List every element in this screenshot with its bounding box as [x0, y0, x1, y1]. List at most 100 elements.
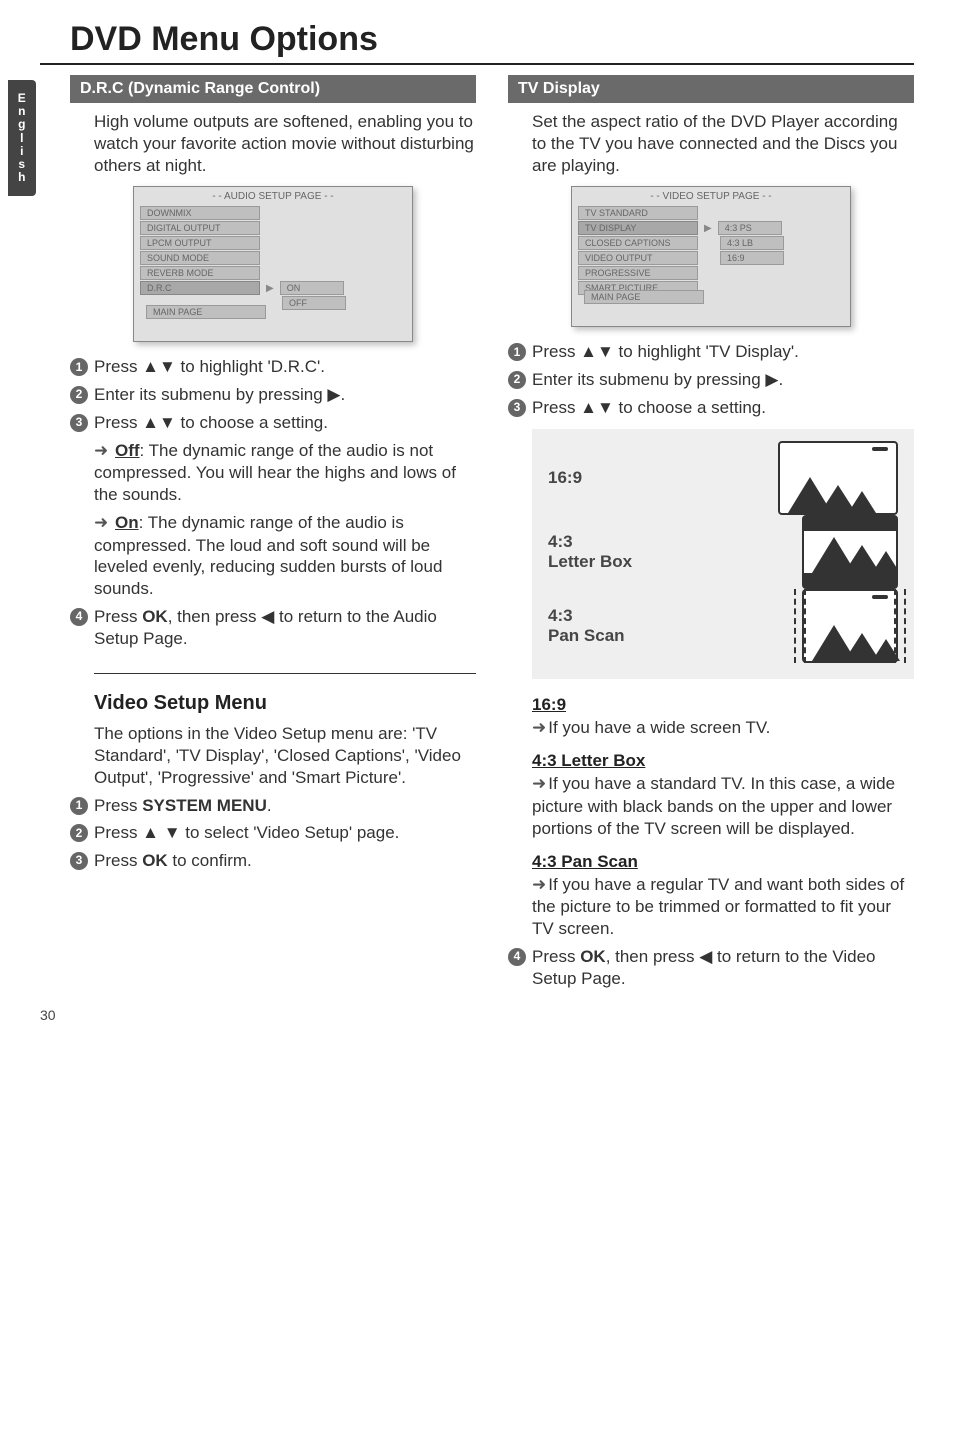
- text-fragment: Press: [94, 851, 142, 870]
- step-number-icon: 4: [508, 948, 526, 966]
- opt-169-body: ➜If you have a wide screen TV.: [532, 717, 914, 740]
- opt-lb-heading: 4:3 Letter Box: [532, 751, 914, 771]
- title-rule: [40, 63, 914, 65]
- video-step-2-text: Press ▲ ▼ to select 'Video Setup' page.: [94, 822, 476, 844]
- video-setup-heading: Video Setup Menu: [70, 692, 476, 715]
- step-number-icon: 3: [508, 399, 526, 417]
- arrow-icon: ➜: [532, 774, 546, 794]
- aspect-ratio-illustrations: 16:9 4:3 Letter Box: [532, 429, 914, 679]
- video-step-1-text: Press SYSTEM MENU.: [94, 795, 476, 817]
- text-fragment: 4:3: [548, 606, 573, 625]
- video-step-2: 2 Press ▲ ▼ to select 'Video Setup' page…: [70, 822, 476, 844]
- step-number-icon: 3: [70, 852, 88, 870]
- osd-caret-icon: ▶: [266, 283, 274, 294]
- aspect-row-lb: 4:3 Letter Box: [548, 515, 898, 589]
- osd-item-selected: TV DISPLAY: [578, 221, 698, 235]
- drc-step-4-text: Press OK, then press ◀ to return to the …: [94, 606, 476, 650]
- aspect-row-ps: 4:3 Pan Scan: [548, 589, 898, 663]
- system-menu-label: SYSTEM MENU: [142, 796, 267, 815]
- tv-step-2: 2 Enter its submenu by pressing ▶.: [508, 369, 914, 391]
- drc-step-1-text: Press ▲▼ to highlight 'D.R.C'.: [94, 356, 476, 378]
- video-step-3-text: Press OK to confirm.: [94, 850, 476, 872]
- video-osd-title: - - VIDEO SETUP PAGE - -: [578, 191, 844, 202]
- drc-step-2-text: Enter its submenu by pressing ▶.: [94, 384, 476, 406]
- text-fragment: Press: [94, 796, 142, 815]
- osd-item: REVERB MODE: [140, 266, 260, 280]
- opt-ps-heading: 4:3 Pan Scan: [532, 852, 914, 872]
- osd-item-selected: D.R.C: [140, 281, 260, 295]
- osd-option: 16:9: [720, 251, 784, 265]
- drc-off-label: Off: [115, 441, 140, 460]
- osd-item: PROGRESSIVE: [578, 266, 698, 280]
- step-number-icon: 3: [70, 414, 88, 432]
- step-number-icon: 1: [70, 358, 88, 376]
- video-setup-osd: - - VIDEO SETUP PAGE - - TV STANDARD TV …: [571, 186, 851, 327]
- osd-main-page: MAIN PAGE: [584, 290, 704, 304]
- tv-step-3-text: Press ▲▼ to choose a setting.: [532, 397, 914, 419]
- subsection-rule: [94, 673, 476, 674]
- ok-label: OK: [142, 851, 168, 870]
- text-fragment: Pan Scan: [548, 626, 625, 645]
- drc-step-2: 2 Enter its submenu by pressing ▶.: [70, 384, 476, 406]
- drc-step-3: 3 Press ▲▼ to choose a setting.: [70, 412, 476, 434]
- tv-step-1-text: Press ▲▼ to highlight 'TV Display'.: [532, 341, 914, 363]
- tv-display-heading: TV Display: [508, 75, 914, 103]
- video-setup-intro: The options in the Video Setup menu are:…: [70, 723, 476, 788]
- text-fragment: Press: [532, 947, 580, 966]
- tv-icon-panscan: [802, 589, 898, 663]
- text-fragment: Press: [94, 607, 142, 626]
- text-fragment: If you have a regular TV and want both s…: [532, 875, 904, 939]
- page-title: DVD Menu Options: [70, 20, 914, 59]
- ok-label: OK: [142, 607, 168, 626]
- osd-option: 4:3 PS: [718, 221, 782, 235]
- osd-main-page: MAIN PAGE: [146, 305, 266, 319]
- aspect-label-169: 16:9: [548, 468, 582, 488]
- arrow-icon: ➜: [94, 441, 108, 461]
- opt-ps-body: ➜If you have a regular TV and want both …: [532, 874, 914, 940]
- tv-step-4-text: Press OK, then press ◀ to return to the …: [532, 946, 914, 990]
- step-number-icon: 2: [508, 371, 526, 389]
- aspect-label-ps: 4:3 Pan Scan: [548, 606, 625, 645]
- tv-icon-letterbox: [802, 515, 898, 589]
- tv-display-intro: Set the aspect ratio of the DVD Player a…: [508, 111, 914, 176]
- drc-step-1: 1 Press ▲▼ to highlight 'D.R.C'.: [70, 356, 476, 378]
- osd-item: DIGITAL OUTPUT: [140, 221, 260, 235]
- text-fragment: .: [267, 796, 272, 815]
- osd-item: LPCM OUTPUT: [140, 236, 260, 250]
- tv-step-2-text: Enter its submenu by pressing ▶.: [532, 369, 914, 391]
- text-fragment: If you have a standard TV. In this case,…: [532, 774, 895, 838]
- osd-item: TV STANDARD: [578, 206, 698, 220]
- opt-lb-body: ➜If you have a standard TV. In this case…: [532, 773, 914, 839]
- text-fragment: to confirm.: [168, 851, 252, 870]
- step-number-icon: 4: [70, 608, 88, 626]
- left-column: D.R.C (Dynamic Range Control) High volum…: [70, 75, 476, 995]
- right-column: TV Display Set the aspect ratio of the D…: [508, 75, 914, 995]
- drc-step-4: 4 Press OK, then press ◀ to return to th…: [70, 606, 476, 650]
- language-tab: English: [8, 80, 36, 196]
- drc-off-line: ➜ Off: The dynamic range of the audio is…: [70, 440, 476, 506]
- step-number-icon: 2: [70, 824, 88, 842]
- video-step-1: 1 Press SYSTEM MENU.: [70, 795, 476, 817]
- drc-step-3-text: Press ▲▼ to choose a setting.: [94, 412, 476, 434]
- osd-option: 4:3 LB: [720, 236, 784, 250]
- osd-item: DOWNMIX: [140, 206, 260, 220]
- tv-step-4: 4 Press OK, then press ◀ to return to th…: [508, 946, 914, 990]
- opt-169-heading: 16:9: [532, 695, 914, 715]
- osd-option: OFF: [282, 296, 346, 310]
- osd-item: VIDEO OUTPUT: [578, 251, 698, 265]
- step-number-icon: 1: [70, 797, 88, 815]
- drc-heading: D.R.C (Dynamic Range Control): [70, 75, 476, 103]
- audio-setup-osd: - - AUDIO SETUP PAGE - - DOWNMIX DIGITAL…: [133, 186, 413, 342]
- arrow-icon: ➜: [94, 513, 108, 533]
- osd-item: CLOSED CAPTIONS: [578, 236, 698, 250]
- text-fragment: Letter Box: [548, 552, 632, 571]
- drc-off-body: : The dynamic range of the audio is not …: [94, 441, 456, 505]
- ok-label: OK: [580, 947, 606, 966]
- arrow-icon: ➜: [532, 875, 546, 895]
- page-number: 30: [40, 1007, 56, 1023]
- drc-on-line: ➜ On: The dynamic range of the audio is …: [70, 512, 476, 600]
- osd-caret-icon: ▶: [704, 223, 712, 234]
- osd-option: ON: [280, 281, 344, 295]
- audio-osd-title: - - AUDIO SETUP PAGE - -: [140, 191, 406, 202]
- step-number-icon: 1: [508, 343, 526, 361]
